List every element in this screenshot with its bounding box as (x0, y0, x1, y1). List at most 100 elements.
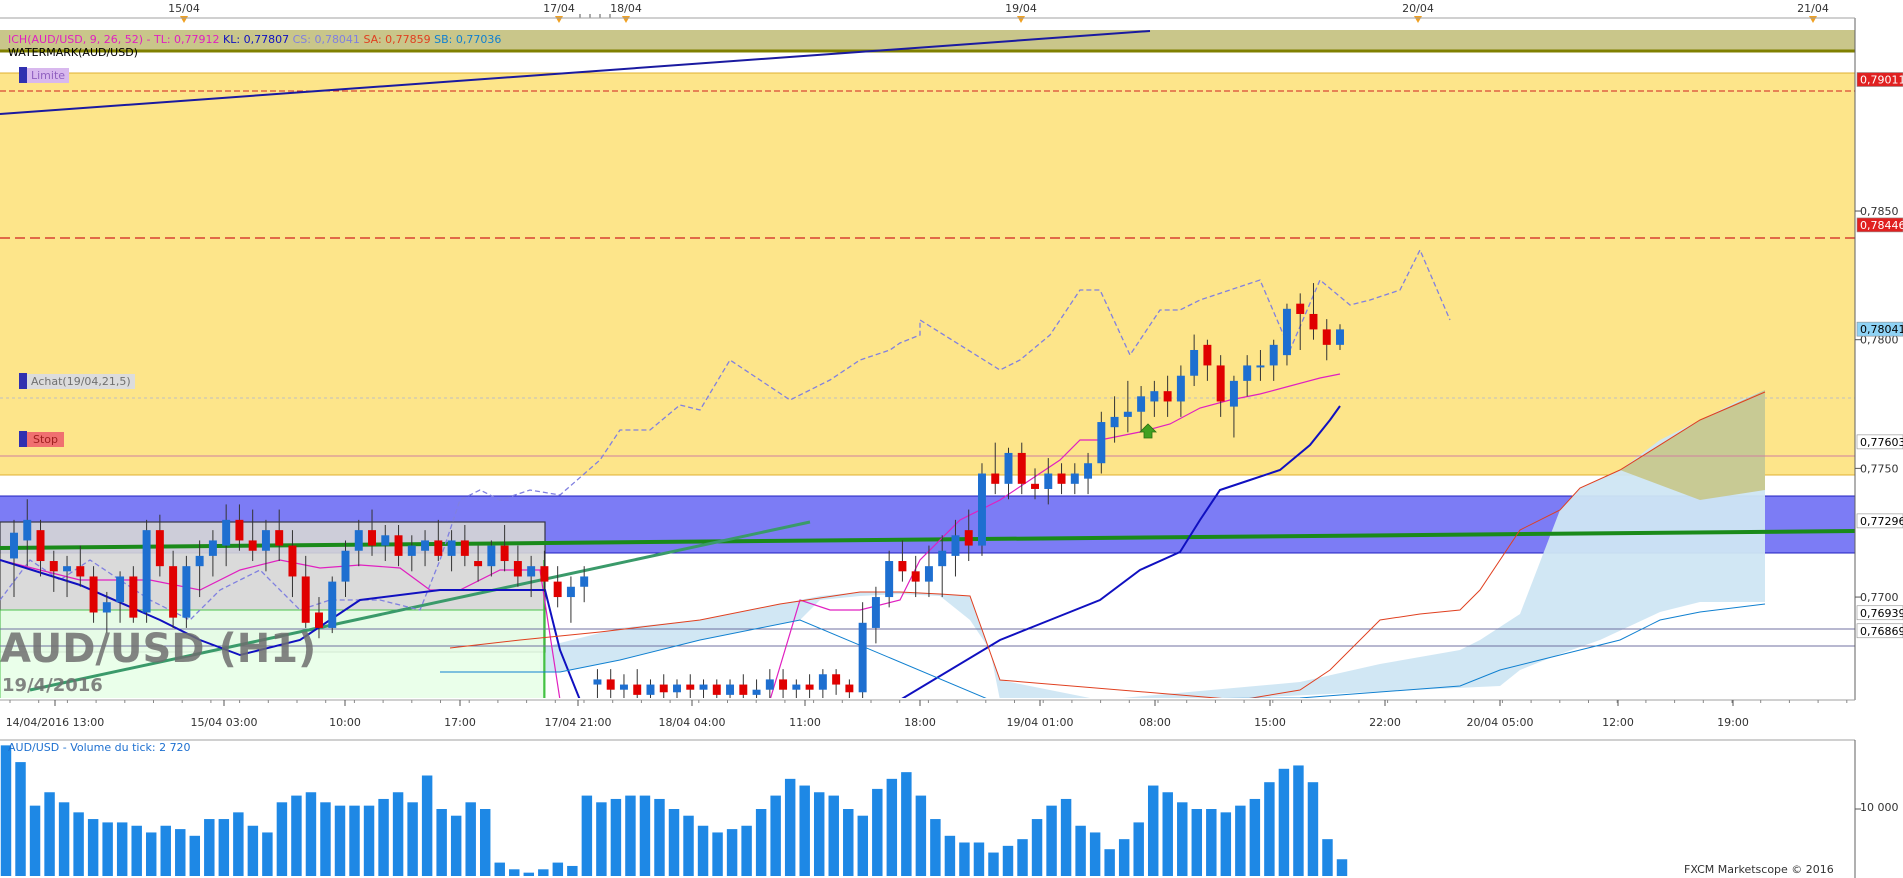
candle (978, 463, 986, 556)
candle-body (765, 679, 774, 690)
candle-body (633, 684, 642, 695)
candle-body (1176, 375, 1185, 402)
candle-body (832, 674, 841, 685)
volume-bar (291, 795, 302, 876)
candle-body (1269, 344, 1278, 366)
chart-watermark-date: 19/4/2016 (2, 675, 103, 696)
price-chart[interactable]: 15/04 17/04 18/04 19/04 20/04 21/04 0,78500,7… (0, 0, 1903, 878)
candle-body (659, 684, 668, 693)
candle-body (1017, 452, 1026, 484)
stop-tag[interactable]: Stop (19, 431, 65, 447)
candle-body (1229, 380, 1238, 407)
top-date-label: 20/04 (1402, 2, 1434, 15)
volume-bar (247, 825, 259, 876)
volume-bar (799, 785, 810, 876)
candle-body (527, 566, 536, 577)
time-tick-label: 22:00 (1369, 716, 1401, 729)
limit-tag[interactable]: Limite (19, 67, 70, 83)
candle-body (208, 540, 217, 556)
candle-body (1084, 463, 1093, 479)
candle-body (275, 530, 284, 546)
candle-body (195, 555, 204, 567)
time-tick-label: 15/04 03:00 (191, 716, 258, 729)
candle-body (394, 535, 403, 556)
candle-body (792, 684, 801, 690)
volume-bar (857, 815, 869, 876)
candle-body (1163, 391, 1172, 402)
time-tick-label: 08:00 (1139, 716, 1171, 729)
volume-bar (131, 825, 142, 876)
candle-body (182, 566, 191, 618)
volume-bar (465, 802, 476, 876)
buy-tag[interactable]: Achat(19/04,21,5) (19, 373, 135, 389)
candle-body (1256, 365, 1265, 368)
top-date-label: 15/04 (168, 2, 200, 15)
volume-bar (1307, 782, 1319, 876)
price-badge: 0,76869 (1856, 623, 1903, 639)
volume-bar (276, 802, 288, 876)
volume-bar (1293, 765, 1304, 876)
volume-bar (886, 778, 898, 876)
candle-body (1123, 411, 1132, 417)
candle-body (1057, 473, 1066, 484)
volume-bar (1118, 839, 1130, 876)
buy-handle-icon (19, 373, 27, 389)
volume-bar (828, 795, 839, 876)
volume-bar (29, 805, 41, 876)
volume-bar (697, 825, 709, 876)
candle-body (898, 561, 907, 572)
candle-body (169, 566, 178, 618)
volume-bar (1220, 812, 1232, 876)
candle-body (580, 576, 589, 587)
volume-bar (407, 802, 418, 876)
candle-body (673, 684, 681, 693)
sb-label: SB: 0,77036 (434, 33, 502, 46)
candle-body (858, 622, 867, 693)
candle-body (1044, 473, 1053, 489)
candle-body (1243, 365, 1252, 381)
price-badge: 0,76939 (1856, 605, 1903, 621)
volume-bar (770, 795, 781, 876)
volume-bar (1031, 819, 1043, 876)
volume-tick: 10 000 (1860, 801, 1899, 814)
candle-body (49, 561, 58, 572)
price-tick-label: 0,7750 (1860, 462, 1899, 475)
volume-bar (305, 792, 317, 876)
volume-bar (1162, 792, 1173, 876)
indicator-header: ICH(AUD/USD, 9, 26, 52) - TL: 0,77912 KL… (8, 33, 501, 46)
time-tick-label: 17:00 (444, 716, 476, 729)
volume-bar (1133, 822, 1144, 876)
volume-bar (1191, 809, 1203, 876)
time-tick-label: 18:00 (904, 716, 936, 729)
top-date-label: 17/04 (543, 2, 575, 15)
volume-bar (1002, 845, 1014, 876)
volume-bar (436, 809, 447, 876)
price-tick-label: 0,7700 (1860, 591, 1899, 604)
volume-bar (1147, 785, 1159, 876)
volume-bar (1249, 798, 1261, 876)
candle-body (10, 532, 18, 559)
volume-bar (523, 872, 535, 876)
volume-bar (683, 815, 694, 876)
candle-body (36, 530, 45, 562)
volume-bar (668, 809, 680, 876)
price-badge-label: 0,76869 (1860, 625, 1903, 638)
volume-bar (726, 829, 738, 876)
price-badge: 0,79011 (1856, 72, 1903, 87)
candle-body (964, 530, 973, 546)
price-badge-label: 0,77603 (1860, 436, 1903, 449)
price-badge: 0,77603 (1856, 434, 1903, 450)
volume-bar (233, 812, 244, 876)
limit-tag-label: Limite (27, 67, 70, 83)
candle-body (606, 679, 615, 690)
volume-bar (15, 762, 26, 876)
candle-body (222, 519, 231, 546)
candle-body (89, 576, 98, 613)
candle-body (885, 561, 894, 598)
candle-body (1070, 473, 1079, 484)
candle-body (924, 566, 933, 582)
price-badge: 0,78041 (1856, 321, 1903, 337)
kl-label: KL: 0,77807 (223, 33, 290, 46)
candle-body (1336, 329, 1344, 345)
candle-body (1309, 313, 1318, 330)
